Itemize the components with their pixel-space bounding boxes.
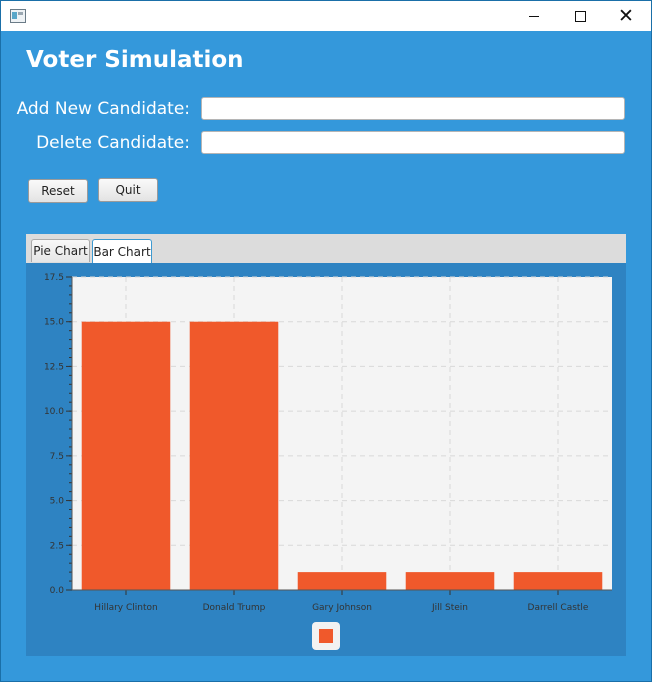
y-tick-label: 15.0 [44,318,64,328]
y-tick-label: 2.5 [50,541,64,551]
bar [513,572,603,590]
minimize-button[interactable] [511,1,557,31]
x-tick-label: Darrell Castle [528,603,589,613]
x-tick-label: Jill Stein [431,603,468,613]
app-icon [10,9,26,23]
title-bar: ✕ [1,1,651,31]
tab-pie-chart[interactable]: Pie Chart [31,239,90,262]
y-tick-label: 10.0 [44,407,64,417]
y-tick-label: 12.5 [44,362,64,372]
x-axis: Hillary Clinton Donald Trump Gary Johnson J… [72,589,612,613]
maximize-icon [574,10,586,22]
maximize-button[interactable] [557,1,603,31]
reset-button[interactable]: Reset [28,179,88,203]
y-tick-label: 17.5 [44,273,64,283]
legend-swatch [319,629,333,643]
y-tick-label: 5.0 [50,497,65,507]
bar [297,572,387,590]
y-axis: 0.0 2.5 5.0 7.5 10.0 12.5 15.0 17.5 [44,273,73,596]
app-window: ✕ Voter Simulation Add New Candidate: De… [0,0,652,682]
tab-bar-chart[interactable]: Bar Chart [92,239,152,263]
page-title: Voter Simulation [26,47,244,73]
minimize-icon [529,15,539,17]
y-tick-label: 7.5 [50,452,64,462]
legend [312,622,340,650]
y-tick-label: 0.0 [50,586,65,596]
add-candidate-input[interactable] [201,97,625,120]
add-candidate-label: Add New Candidate: [16,99,190,119]
x-tick-label: Hillary Clinton [94,603,157,613]
bar [81,321,171,590]
tab-header: Pie Chart Bar Chart [26,234,626,263]
bar-chart: 0.0 2.5 5.0 7.5 10.0 12.5 15.0 17.5 Hillary Cli… [44,273,612,613]
delete-candidate-input[interactable] [201,131,625,154]
bar [189,321,279,590]
delete-candidate-label: Delete Candidate: [36,133,190,153]
chart-tab-pane: Pie Chart Bar Chart 0.0 2.5 5.0 7.5 10.0 12.5… [26,234,626,656]
bar [405,572,495,590]
x-tick-label: Gary Johnson [312,603,372,613]
close-icon: ✕ [618,4,634,27]
close-button[interactable]: ✕ [603,1,649,31]
x-tick-label: Donald Trump [203,603,266,613]
quit-button[interactable]: Quit [98,178,158,202]
